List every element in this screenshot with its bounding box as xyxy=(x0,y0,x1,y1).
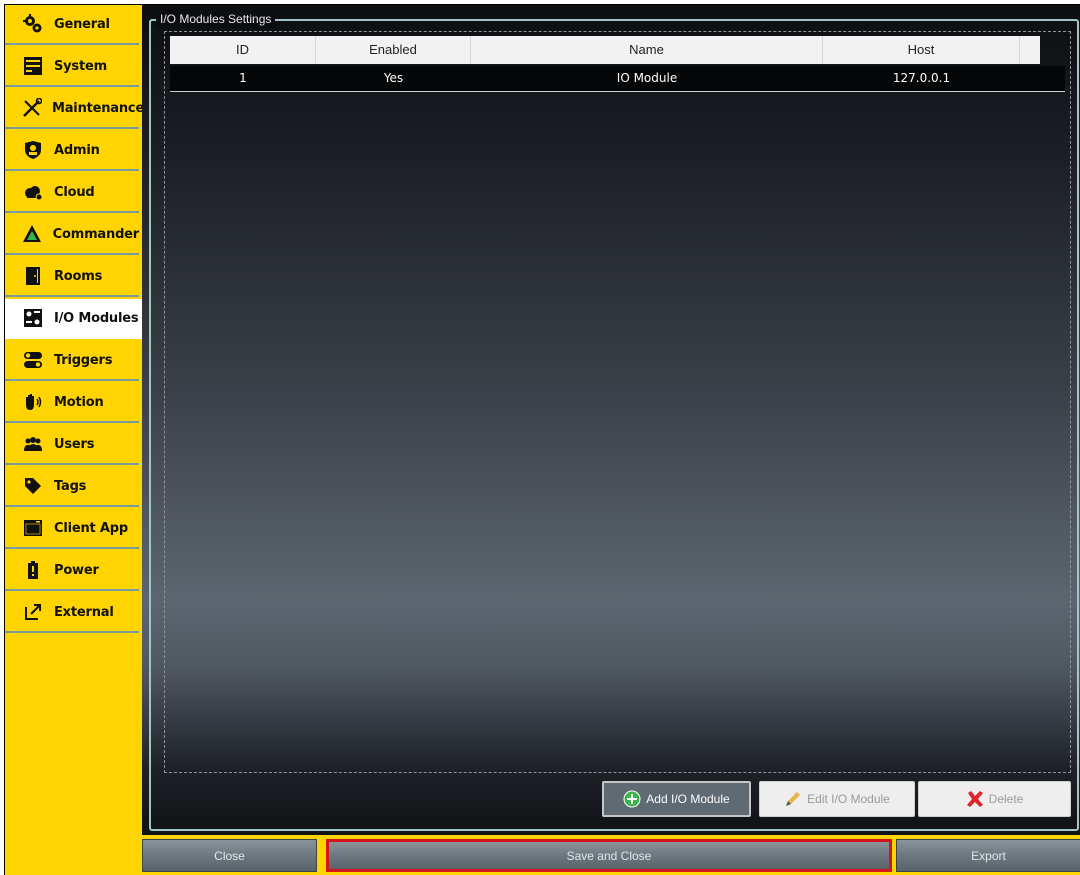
sidebar-item-label: External xyxy=(54,604,114,620)
sidebar-item-admin[interactable]: Admin xyxy=(5,131,139,171)
plus-circle-icon xyxy=(623,790,641,808)
sidebar-item-label: Power xyxy=(54,562,99,578)
pencil-icon xyxy=(786,792,801,806)
column-header-filler xyxy=(1020,36,1040,64)
toggle-icon xyxy=(22,349,44,371)
sidebar-item-label: Maintenance xyxy=(52,100,145,116)
gears-icon xyxy=(22,13,44,35)
delete-x-icon xyxy=(966,791,983,807)
motion-hand-icon xyxy=(22,391,44,413)
column-header-enabled[interactable]: Enabled xyxy=(316,36,471,64)
table-header: ID Enabled Name Host xyxy=(170,36,1040,64)
io-modules-table: ID Enabled Name Host 1 Yes IO Module 127… xyxy=(164,31,1071,773)
sidebar-item-label: Client App xyxy=(54,520,128,536)
sidebar-item-label: System xyxy=(54,58,107,74)
cell-host: 127.0.0.1 xyxy=(892,71,951,85)
sidebar-item-power[interactable]: Power xyxy=(5,551,139,591)
sidebar-item-label: Admin xyxy=(54,142,100,158)
sidebar-item-label: Tags xyxy=(54,478,87,494)
tag-icon xyxy=(22,475,44,497)
column-header-host[interactable]: Host xyxy=(823,36,1020,64)
sidebar-item-label: Commander xyxy=(52,226,140,242)
delete-button[interactable]: Delete xyxy=(918,781,1071,817)
export-button[interactable]: Export xyxy=(896,839,1080,872)
sidebar-item-label: General xyxy=(54,16,110,32)
io-modules-panel: I/O Modules Settings ID Enabled Name Hos… xyxy=(142,5,1080,835)
sidebar-item-cloud[interactable]: Cloud xyxy=(5,173,139,213)
sidebar-item-users[interactable]: Users xyxy=(5,425,139,465)
settings-window: General System Maintenance Admin Cloud C… xyxy=(4,4,1080,875)
sidebar-item-io-modules[interactable]: I/O Modules xyxy=(5,299,143,339)
sidebar-item-label: Rooms xyxy=(54,268,103,284)
sidebar-item-label: Triggers xyxy=(54,352,113,368)
close-button[interactable]: Close xyxy=(142,839,317,872)
sidebar-item-maintenance[interactable]: Maintenance xyxy=(5,89,144,129)
cloud-icon xyxy=(22,181,44,203)
column-header-name[interactable]: Name xyxy=(471,36,823,64)
add-io-module-label: Add I/O Module xyxy=(646,792,730,806)
add-io-module-button[interactable]: Add I/O Module xyxy=(602,781,751,817)
sidebar-item-general[interactable]: General xyxy=(5,5,139,45)
panel-title: I/O Modules Settings xyxy=(156,10,276,28)
cell-name: IO Module xyxy=(616,71,678,85)
sidebar-item-commander[interactable]: Commander xyxy=(5,215,139,255)
sidebar-item-triggers[interactable]: Triggers xyxy=(5,341,139,381)
external-link-icon xyxy=(22,601,44,623)
column-header-id[interactable]: ID xyxy=(170,36,316,64)
users-icon xyxy=(22,433,44,455)
commander-icon xyxy=(22,223,43,245)
sidebar-item-client-app[interactable]: Client App xyxy=(5,509,139,549)
window-icon xyxy=(22,517,44,539)
delete-label: Delete xyxy=(988,792,1024,806)
sidebar-item-label: Motion xyxy=(54,394,104,410)
sidebar-item-external[interactable]: External xyxy=(5,593,139,633)
edit-io-module-label: Edit I/O Module xyxy=(807,792,890,806)
edit-io-module-button[interactable]: Edit I/O Module xyxy=(759,781,915,817)
cell-id: 1 xyxy=(239,71,247,85)
sidebar-item-label: Users xyxy=(54,436,95,452)
table-row[interactable]: 1 Yes IO Module 127.0.0.1 xyxy=(170,66,1065,92)
sidebar: General System Maintenance Admin Cloud C… xyxy=(5,5,144,875)
sidebar-item-tags[interactable]: Tags xyxy=(5,467,139,507)
save-and-close-button[interactable]: Save and Close xyxy=(326,839,892,872)
sidebar-item-motion[interactable]: Motion xyxy=(5,383,139,423)
battery-icon xyxy=(22,559,44,581)
sidebar-item-system[interactable]: System xyxy=(5,47,139,87)
sidebar-item-label: Cloud xyxy=(54,184,95,200)
io-module-icon xyxy=(22,307,44,329)
sidebar-item-rooms[interactable]: Rooms xyxy=(5,257,139,297)
admin-shield-icon xyxy=(22,139,44,161)
tools-icon xyxy=(22,97,42,119)
server-icon xyxy=(22,55,44,77)
sidebar-item-label: I/O Modules xyxy=(54,310,139,326)
cell-enabled: Yes xyxy=(383,71,404,85)
door-icon xyxy=(22,265,44,287)
